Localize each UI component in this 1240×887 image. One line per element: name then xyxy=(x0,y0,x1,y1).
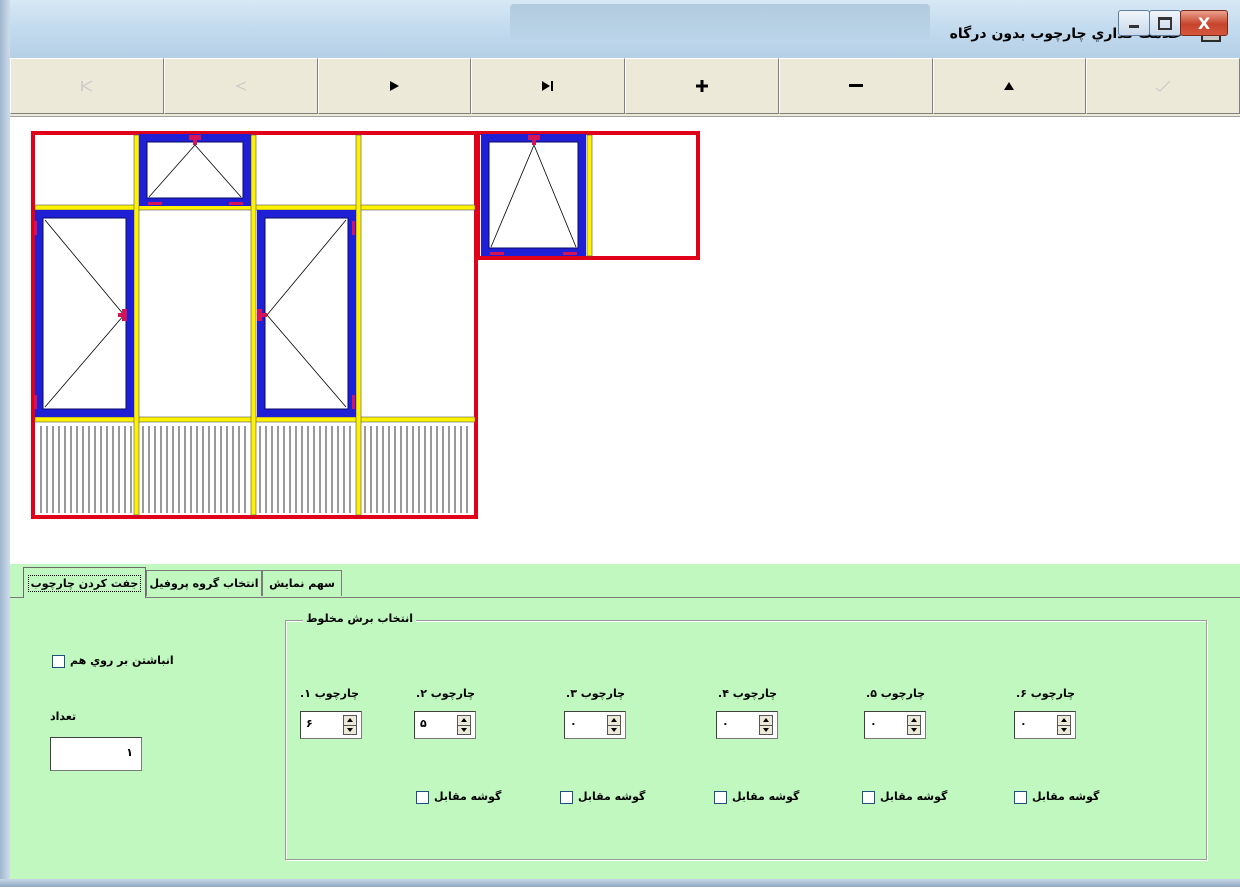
frame-6-label: چارچوب ۶. xyxy=(1016,687,1076,700)
window-left-border xyxy=(0,0,10,887)
tab-display-share-label: سهم نمايش xyxy=(269,577,335,590)
next-record-button[interactable] xyxy=(317,58,472,114)
frame-2-label: چارچوب ۲. xyxy=(416,687,476,700)
remove-button[interactable] xyxy=(778,58,933,114)
frame-4-spinner[interactable]: ۰ xyxy=(716,711,778,739)
frame-4-corner-checkbox[interactable] xyxy=(714,791,727,804)
frame-2-spinner[interactable]: ۵ xyxy=(414,711,476,739)
minimize-icon xyxy=(1129,24,1139,28)
frame-5-label: چارچوب ۵. xyxy=(866,687,926,700)
tab-strip: جفت کردن چارچوب انتخاب گروه پروفيل سهم ن… xyxy=(10,564,1240,598)
frame-5-updown[interactable] xyxy=(907,715,921,735)
last-record-button[interactable] xyxy=(471,58,625,114)
spin-up-icon xyxy=(461,718,467,722)
frame-1-updown[interactable] xyxy=(343,715,357,735)
title-bar[interactable]: علامت گذاري چارچوب بدون درگاه X xyxy=(10,0,1240,58)
spin-down-icon xyxy=(347,728,353,732)
frame-1-spinner[interactable]: ۶ xyxy=(300,711,362,739)
frame-2-corner-checkbox[interactable] xyxy=(416,791,429,804)
spin-up-icon xyxy=(763,718,769,722)
frame-4-label: چارچوب ۴. xyxy=(718,687,778,700)
spin-down-icon xyxy=(1061,728,1067,732)
frame-6-corner-label: گوشه مقابل xyxy=(1032,790,1100,803)
tab-pair-frames-label: جفت کردن چارچوب xyxy=(27,574,142,592)
maximize-icon xyxy=(1158,16,1172,30)
tab-display-share[interactable]: سهم نمايش xyxy=(262,570,342,596)
count-label: تعداد xyxy=(50,710,77,723)
count-value: ۱ xyxy=(126,746,133,759)
last-record-icon xyxy=(542,81,554,91)
frame-3-spinner[interactable]: ۰ xyxy=(564,711,626,739)
frame-4-updown[interactable] xyxy=(759,715,773,735)
mixed-cut-group-title: انتخاب برش مخلوط xyxy=(303,612,416,625)
frame-4-corner-label: گوشه مقابل xyxy=(732,790,800,803)
drawing-canvas[interactable] xyxy=(10,117,1240,564)
frame-6-corner-checkbox[interactable] xyxy=(1014,791,1027,804)
frame-2-value: ۵ xyxy=(420,717,427,730)
first-record-icon xyxy=(81,80,93,92)
frame-2-updown[interactable] xyxy=(457,715,471,735)
frame-4-value: ۰ xyxy=(722,717,729,730)
frame-5-corner-checkbox[interactable] xyxy=(862,791,875,804)
next-record-icon xyxy=(390,81,400,91)
window-frame-drawing[interactable] xyxy=(10,117,710,527)
frame-2-corner-label: گوشه مقابل xyxy=(434,790,502,803)
toolbar xyxy=(10,58,1240,117)
confirm-icon xyxy=(1155,80,1171,92)
frame-3-value: ۰ xyxy=(570,717,577,730)
spin-down-icon xyxy=(611,728,617,732)
spin-up-icon xyxy=(611,718,617,722)
frame-1-label: چارچوب ۱. xyxy=(300,687,360,700)
frame-3-corner-label: گوشه مقابل xyxy=(578,790,646,803)
tab-panel: انباشتن بر روي هم تعداد ۱ انتخاب برش مخل… xyxy=(10,597,1240,880)
frame-3-label: چارچوب ۳. xyxy=(566,687,626,700)
frame-5-value: ۰ xyxy=(870,717,877,730)
app-window: علامت گذاري چارچوب بدون درگاه X جفت کردن… xyxy=(0,0,1240,887)
tab-pair-frames[interactable]: جفت کردن چارچوب xyxy=(23,567,146,598)
remove-icon xyxy=(848,84,863,87)
mullion-3 xyxy=(355,134,362,516)
spin-down-icon xyxy=(763,728,769,732)
frame-5-corner-label: گوشه مقابل xyxy=(880,790,948,803)
spin-up-icon xyxy=(347,718,353,722)
frame-6-spinner[interactable]: ۰ xyxy=(1014,711,1076,739)
spin-down-icon xyxy=(461,728,467,732)
close-button[interactable]: X xyxy=(1180,10,1228,36)
count-input[interactable]: ۱ xyxy=(50,737,142,771)
tab-profile-group[interactable]: انتخاب گروه پروفيل xyxy=(146,570,262,596)
window-bottom-border xyxy=(0,879,1240,887)
stack-checkbox-label: انباشتن بر روي هم xyxy=(70,654,174,667)
add-button[interactable] xyxy=(625,58,779,114)
top-left-cell[interactable] xyxy=(37,137,134,205)
spin-up-icon xyxy=(1061,718,1067,722)
frame-6-updown[interactable] xyxy=(1057,715,1071,735)
mullion-2 xyxy=(250,134,257,516)
add-icon xyxy=(695,80,708,92)
mixed-cut-group: انتخاب برش مخلوط چارچوب ۱. ۶ چارچوب ۲. ۵… xyxy=(285,612,1207,860)
title-bar-background-blur xyxy=(510,4,930,40)
frame-6-value: ۰ xyxy=(1020,717,1027,730)
tab-profile-group-label: انتخاب گروه پروفيل xyxy=(149,577,259,590)
frame-5-spinner[interactable]: ۰ xyxy=(864,711,926,739)
mullion-1 xyxy=(133,134,140,516)
window-controls: X xyxy=(1118,10,1228,36)
first-record-button[interactable] xyxy=(10,58,164,114)
maximize-button[interactable] xyxy=(1149,10,1181,36)
confirm-button[interactable] xyxy=(1086,58,1240,114)
spin-down-icon xyxy=(911,728,917,732)
close-icon: X xyxy=(1197,13,1211,33)
minimize-button[interactable] xyxy=(1118,10,1150,36)
frame-3-corner-checkbox[interactable] xyxy=(560,791,573,804)
frame-1-value: ۶ xyxy=(306,717,313,730)
up-button[interactable] xyxy=(932,58,1087,114)
frame-3-updown[interactable] xyxy=(607,715,621,735)
stack-checkbox[interactable] xyxy=(52,655,65,668)
prev-record-button[interactable] xyxy=(163,58,318,114)
up-icon xyxy=(1004,82,1015,90)
spin-up-icon xyxy=(911,718,917,722)
right-frame-mullion xyxy=(586,134,593,257)
prev-record-icon xyxy=(235,81,246,91)
